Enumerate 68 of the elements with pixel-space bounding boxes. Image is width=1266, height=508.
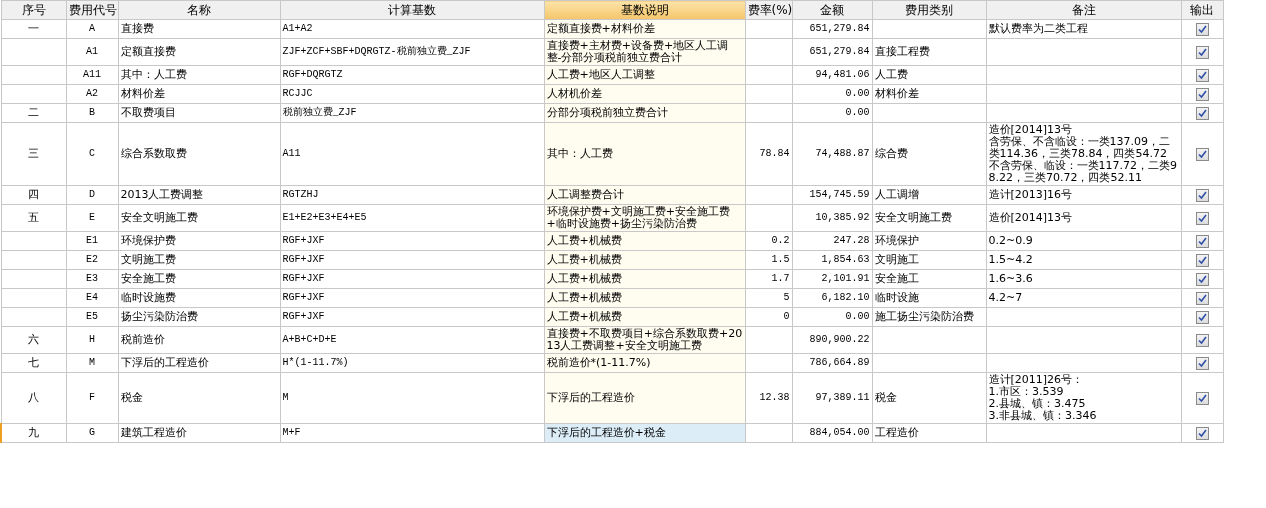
column-header[interactable]: 输出 (1181, 0, 1223, 20)
column-header[interactable]: 金额 (792, 0, 872, 20)
checkbox[interactable] (1195, 310, 1209, 324)
table-cell: M (280, 372, 544, 424)
checkbox[interactable] (1195, 234, 1209, 248)
table-cell: 10,385.92 (792, 204, 872, 232)
column-header[interactable]: 费率(%) (745, 0, 792, 20)
checkbox[interactable] (1195, 45, 1209, 59)
remark-line: 3.非县城、镇：3.346 (988, 410, 1098, 422)
table-cell: F (66, 372, 118, 424)
table-cell: 74,488.87 (792, 122, 872, 186)
table-cell: 税金 (118, 372, 280, 424)
column-header[interactable]: 计算基数 (280, 0, 544, 20)
column-header[interactable]: 基数说明 (544, 0, 745, 20)
column-header[interactable]: 备注 (986, 0, 1181, 20)
table-cell: ZJF+ZCF+SBF+DQRGTZ-税前独立费_ZJF (280, 38, 544, 66)
table-cell: 直接费+主材费+设备费+地区人工调整-分部分项税前独立费合计 (544, 38, 745, 66)
table-cell: C (66, 122, 118, 186)
table-cell: 12.38 (745, 372, 792, 424)
table-cell: 安全文明施工费 (872, 204, 986, 232)
table-cell: 97,389.11 (792, 372, 872, 424)
table-cell: 直接工程费 (872, 38, 986, 66)
remark-line: 1.市区：3.539 (988, 386, 1064, 398)
table-cell: A11 (280, 122, 544, 186)
table-cell: 下浮后的工程造价 (544, 372, 745, 424)
remark-line: 造计[2011]26号： (988, 374, 1085, 386)
table-cell: 八 (1, 372, 66, 424)
checkbox[interactable] (1195, 87, 1209, 101)
table-cell: 综合系数取费 (118, 122, 280, 186)
checkbox[interactable] (1195, 211, 1209, 225)
table-cell: 综合费 (872, 122, 986, 186)
table-cell: A+B+C+D+E (280, 326, 544, 354)
checkbox[interactable] (1195, 356, 1209, 370)
table-cell: 税金 (872, 372, 986, 424)
checkbox[interactable] (1195, 272, 1209, 286)
checkbox[interactable] (1195, 333, 1209, 347)
table-cell: 直接费+不取费项目+综合系数取费+2013人工费调整+安全文明施工费 (544, 326, 745, 354)
remark-line: 造价[2014]13号 (988, 124, 1074, 136)
remark-line: 2.县城、镇：3.475 (988, 398, 1087, 410)
table-cell: 78.84 (745, 122, 792, 186)
table-cell: 六 (1, 326, 66, 354)
checkbox[interactable] (1195, 188, 1209, 202)
column-header[interactable]: 名称 (118, 0, 280, 20)
table-cell: 环境保护费+文明施工费+安全施工费+临时设施费+扬尘污染防治费 (544, 204, 745, 232)
table-cell: 九 (1, 423, 66, 443)
checkbox[interactable] (1195, 426, 1209, 440)
table-cell: 安全文明施工费 (118, 204, 280, 232)
checkbox[interactable] (1195, 253, 1209, 267)
remark-line: 含劳保、不含临设：一类137.09，二类114.36，三类78.84，四类54.72 (988, 136, 1171, 160)
checkbox[interactable] (1195, 22, 1209, 36)
table-cell: 五 (1, 204, 66, 232)
column-header[interactable]: 序号 (1, 0, 66, 20)
table-cell: 造价[2014]13号 (986, 204, 1181, 232)
checkbox[interactable] (1195, 291, 1209, 305)
table-cell: 890,900.22 (792, 326, 872, 354)
column-header[interactable]: 费用类别 (872, 0, 986, 20)
table-cell: 三 (1, 122, 66, 186)
checkbox[interactable] (1195, 147, 1209, 161)
table-cell: 定额直接费 (118, 38, 280, 66)
checkbox[interactable] (1195, 391, 1209, 405)
table-cell: E1+E2+E3+E4+E5 (280, 204, 544, 232)
checkbox[interactable] (1195, 106, 1209, 120)
remark-line: 不含劳保、临设：一类117.72，二类98.22，三类70.72，四类52.11 (988, 160, 1178, 184)
table-cell: 税前造价 (118, 326, 280, 354)
checkbox[interactable] (1195, 68, 1209, 82)
table-cell: 651,279.84 (792, 38, 872, 66)
table-cell: 其中：人工费 (544, 122, 745, 186)
column-header[interactable]: 费用代号 (66, 0, 118, 20)
